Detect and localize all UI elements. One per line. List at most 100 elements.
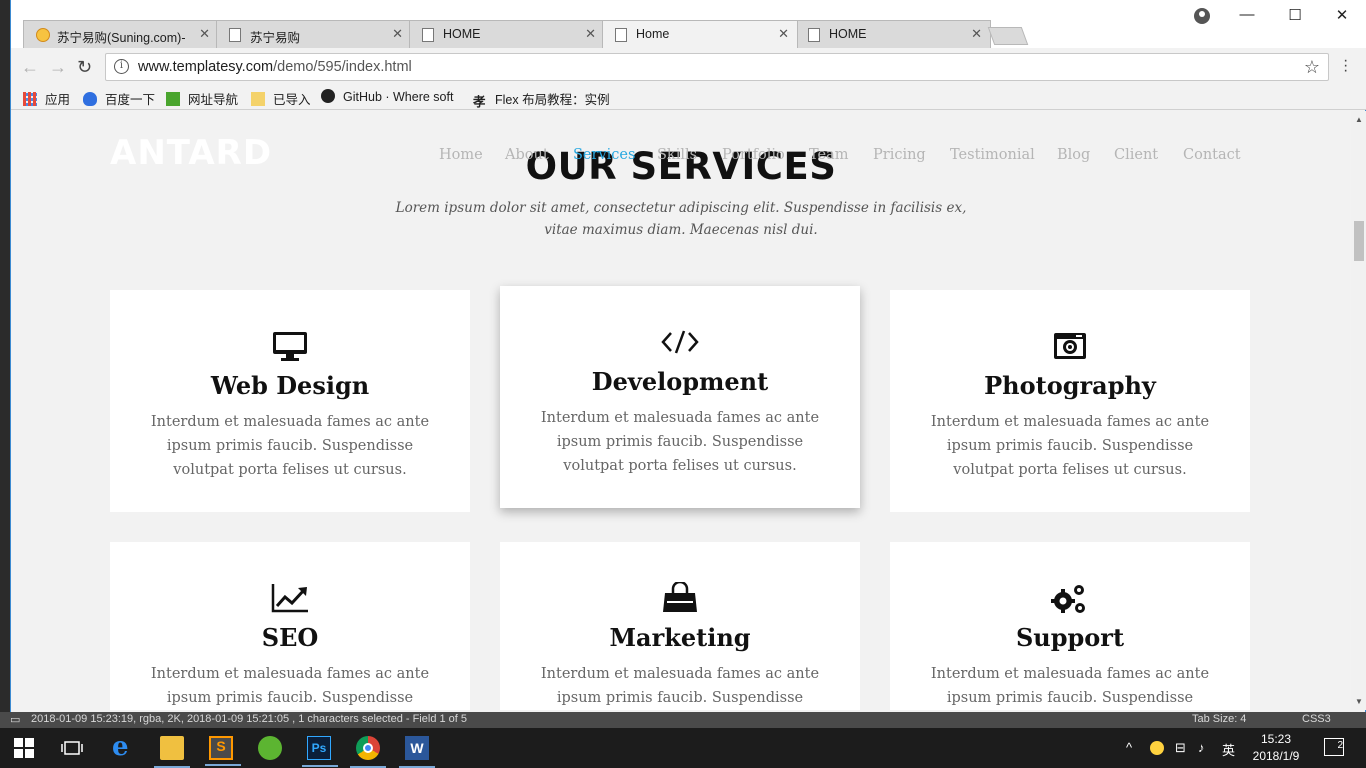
tab-4-active[interactable]: Home ✕ xyxy=(602,20,798,48)
service-card-marketing[interactable]: Marketing Interdum et malesuada fames ac… xyxy=(500,542,860,710)
service-text: Interdum et malesuada fames ac ante ipsu… xyxy=(540,410,820,474)
nav-portfolio[interactable]: Portfolio xyxy=(722,147,785,163)
qq-icon[interactable] xyxy=(1150,741,1164,755)
scroll-thumb[interactable] xyxy=(1354,221,1364,261)
nav-contact[interactable]: Contact xyxy=(1183,147,1241,163)
bookmark-github[interactable]: GitHub · Where soft xyxy=(321,89,453,104)
nav-home[interactable]: Home xyxy=(439,147,483,163)
tab-title: HOME xyxy=(829,27,867,41)
tab-1[interactable]: 苏宁易购(Suning.com)- ✕ xyxy=(23,20,219,48)
page-viewport: ANTARD OUR SERVICES Home About Services … xyxy=(11,111,1351,710)
minimize-button[interactable]: — xyxy=(1224,6,1270,23)
url-text[interactable]: www.templatesy.com/demo/595/index.html xyxy=(138,59,412,75)
windows-start-icon[interactable] xyxy=(14,738,34,758)
service-card-photography[interactable]: Photography Interdum et malesuada fames … xyxy=(890,290,1250,512)
gears-icon xyxy=(1051,585,1085,613)
tab-5[interactable]: HOME ✕ xyxy=(795,20,991,48)
service-text: Interdum et malesuada fames ac ante ipsu… xyxy=(150,666,430,706)
service-text: Interdum et malesuada fames ac ante ipsu… xyxy=(930,414,1210,478)
tab-title: HOME xyxy=(443,27,481,41)
bookmark-apps[interactable]: 应用 xyxy=(23,89,70,108)
page-icon xyxy=(808,28,820,42)
nav-testimonial[interactable]: Testimonial xyxy=(950,147,1035,163)
nav-team[interactable]: Team xyxy=(809,147,849,163)
service-title: Support xyxy=(1015,623,1125,652)
chrome-icon[interactable] xyxy=(350,736,386,768)
info-icon[interactable]: i xyxy=(114,59,129,74)
shopping-bag-icon xyxy=(663,582,697,612)
service-title: SEO xyxy=(261,623,319,652)
service-text: Interdum et malesuada fames ac ante ipsu… xyxy=(150,414,430,478)
browser-360-icon[interactable] xyxy=(258,736,282,760)
address-bar[interactable]: i www.templatesy.com/demo/595/index.html… xyxy=(105,53,1329,81)
nav-about[interactable]: About xyxy=(505,147,549,163)
close-icon[interactable]: ✕ xyxy=(971,26,982,42)
notification-count: 2 xyxy=(1337,740,1343,751)
bookmark-baidu[interactable]: 百度一下 xyxy=(83,89,155,108)
service-card-seo[interactable]: SEO Interdum et malesuada fames ac ante … xyxy=(110,542,470,710)
sublime-text-icon[interactable]: S xyxy=(205,736,241,766)
page-scrollbar[interactable]: ▲ ▼ xyxy=(1351,111,1366,710)
network-icon[interactable]: ⊟ xyxy=(1175,740,1186,756)
service-title: Development xyxy=(591,367,769,396)
close-window-button[interactable]: ✕ xyxy=(1319,6,1365,24)
windows-taskbar: e S Ps W ^ ⊟ ♪ 英 15:23 2018/1/9 2 xyxy=(0,728,1366,768)
service-card-support[interactable]: Support Interdum et malesuada fames ac a… xyxy=(890,542,1250,710)
file-explorer-icon[interactable] xyxy=(154,736,190,768)
service-title: Marketing xyxy=(609,623,751,652)
scroll-up-icon[interactable]: ▲ xyxy=(1355,115,1363,124)
reload-icon[interactable]: ↻ xyxy=(77,57,92,78)
panel-toggle-icon[interactable]: ▭ xyxy=(10,713,20,726)
tray-chevron-icon[interactable]: ^ xyxy=(1126,740,1132,755)
bookmark-imported[interactable]: 已导入 xyxy=(251,89,311,108)
code-icon xyxy=(661,330,699,354)
nav-services[interactable]: Services xyxy=(573,147,635,163)
status-text: 2018-01-09 15:23:19, rgba, 2K, 2018-01-0… xyxy=(31,713,468,725)
github-icon xyxy=(321,89,335,103)
tab-title: 苏宁易购 xyxy=(250,31,301,45)
service-card-development[interactable]: Development Interdum et malesuada fames … xyxy=(500,286,860,508)
nav-pricing[interactable]: Pricing xyxy=(873,147,926,163)
notification-center-icon[interactable]: 2 xyxy=(1324,738,1344,756)
ime-indicator[interactable]: 英 xyxy=(1222,740,1235,759)
page-icon xyxy=(615,28,627,42)
new-tab-button[interactable] xyxy=(987,27,1029,45)
tab-strip: 苏宁易购(Suning.com)- ✕ 苏宁易购 ✕ HOME ✕ HOME ✕… xyxy=(11,0,1366,48)
clock-time: 15:23 xyxy=(1260,732,1292,746)
bookmark-flex[interactable]: 孝 Flex 布局教程：实例 xyxy=(473,89,610,109)
service-title: Photography xyxy=(984,371,1156,400)
nav-client[interactable]: Client xyxy=(1114,147,1158,163)
close-icon[interactable]: ✕ xyxy=(585,26,596,42)
tab-3[interactable]: HOME ✕ xyxy=(409,20,605,48)
bookmark-star-icon[interactable]: ☆ xyxy=(1304,57,1320,78)
scroll-down-icon[interactable]: ▼ xyxy=(1355,697,1363,706)
page-icon xyxy=(229,28,241,42)
nav-skills[interactable]: Skills xyxy=(657,147,697,163)
service-card-web-design[interactable]: Web Design Interdum et malesuada fames a… xyxy=(110,290,470,512)
hao123-icon xyxy=(166,92,180,106)
close-icon[interactable]: ✕ xyxy=(392,26,403,42)
volume-icon[interactable]: ♪ xyxy=(1198,740,1205,755)
word-icon[interactable]: W xyxy=(399,736,435,768)
tab-title: Home xyxy=(636,27,670,41)
clock[interactable]: 15:23 2018/1/9 xyxy=(1246,731,1306,765)
photoshop-icon[interactable]: Ps xyxy=(302,736,338,767)
maximize-button[interactable]: ☐ xyxy=(1272,6,1318,24)
syntax-indicator[interactable]: CSS3 xyxy=(1302,713,1331,725)
tab-size-indicator[interactable]: Tab Size: 4 xyxy=(1192,713,1246,725)
close-icon[interactable]: ✕ xyxy=(778,26,789,42)
clock-date: 2018/1/9 xyxy=(1252,749,1300,763)
back-arrow-icon[interactable]: ← xyxy=(21,57,39,78)
service-text: Interdum et malesuada fames ac ante ipsu… xyxy=(930,666,1210,706)
user-icon[interactable] xyxy=(1194,8,1210,24)
menu-icon[interactable]: · · · xyxy=(1343,53,1348,79)
close-icon[interactable]: ✕ xyxy=(199,26,210,42)
bookmark-hao123[interactable]: 网址导航 xyxy=(166,89,238,108)
forward-arrow-icon[interactable]: → xyxy=(49,57,67,78)
section-subtitle: Lorem ipsum dolor sit amet, consectetur … xyxy=(395,200,967,238)
nav-blog[interactable]: Blog xyxy=(1057,147,1090,163)
edge-icon[interactable]: e xyxy=(112,734,136,760)
task-view-icon[interactable] xyxy=(60,736,84,760)
service-text: Interdum et malesuada fames ac ante ipsu… xyxy=(540,666,820,706)
tab-2[interactable]: 苏宁易购 ✕ xyxy=(216,20,412,48)
